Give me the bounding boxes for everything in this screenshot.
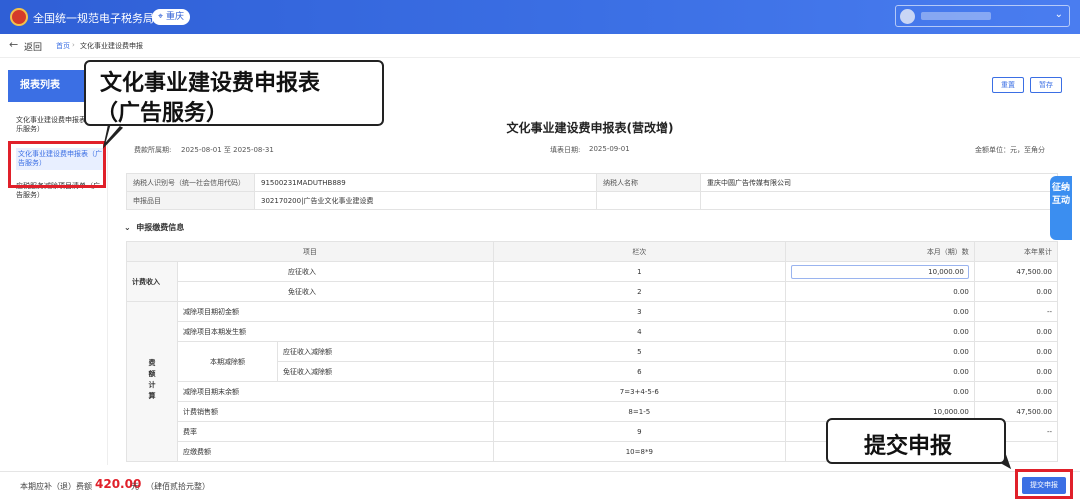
annotation-callout: 文化事业建设费申报表 （广告服务）	[84, 60, 384, 126]
submit-annotation-callout: 提交申报	[826, 418, 1006, 464]
breadcrumb-current: 文化事业建设费申报	[80, 42, 143, 50]
row-label: 费率	[177, 421, 494, 442]
row-month: 0.00	[784, 321, 975, 342]
top-bar: 全国统一规范电子税务局 ⌖ 重庆 ⌄	[0, 0, 1080, 34]
row-line: 5	[492, 341, 786, 362]
row-line: 7=3+4-5-6	[492, 381, 786, 402]
column-header-item: 项目	[126, 241, 494, 262]
row-line: 4	[492, 321, 786, 342]
user-menu[interactable]: ⌄	[895, 5, 1070, 27]
row-line: 2	[492, 281, 786, 302]
taxpayer-id-label: 纳税人识别号（统一社会信用代码）	[126, 173, 255, 192]
table-row: 减除项目本期发生额 4 0.00 0.00	[127, 321, 1059, 342]
taxpayer-id-value: 91500231MADUTHB889	[254, 173, 597, 192]
region-selector[interactable]: ⌖ 重庆	[152, 9, 190, 25]
empty-cell	[596, 191, 701, 210]
row-line: 8=1-5	[492, 401, 786, 422]
row-label: 应征收入	[177, 261, 494, 282]
fill-date-value: 2025-09-01	[589, 145, 630, 153]
reset-button[interactable]: 重置	[992, 77, 1024, 93]
region-label: 重庆	[165, 12, 184, 22]
unit-note: 金额单位：元，至角分	[975, 146, 1045, 154]
period-label: 费款所属期:	[134, 146, 172, 154]
group-income-label: 计费收入	[126, 261, 178, 302]
table-row: 计费收入 应征收入 1 10,000.00 47,500.00	[126, 261, 1059, 302]
fee-due-unit: 元	[131, 482, 139, 491]
row-month: 0.00	[784, 301, 975, 322]
interaction-side-tab[interactable]: 征纳互动	[1050, 176, 1072, 240]
fill-date-label: 填表日期:	[550, 146, 581, 154]
footer-bar: 本期应补（退）费额 420.00 元 （肆佰贰拾元整）	[0, 471, 1080, 500]
row-label: 免征收入减除额	[277, 361, 494, 382]
table-row: 费额计算 减除项目期初金额 3 0.00 --	[126, 301, 1059, 462]
empty-cell	[700, 191, 1058, 210]
row-line: 3	[492, 301, 786, 322]
row-year: --	[973, 301, 1059, 322]
avatar	[900, 9, 915, 24]
group-fee-label: 费额计算	[126, 301, 178, 462]
column-header-line: 栏次	[492, 241, 786, 262]
row-year: 0.00	[973, 341, 1059, 362]
submit-callout-text: 提交申报	[864, 434, 953, 459]
column-header-year: 本年累计	[973, 241, 1059, 262]
table-row: 免征收入 2 0.00 0.00	[127, 281, 1059, 302]
sub-reduce-label: 本期减除额	[177, 341, 278, 382]
highlight-box-sidebar	[8, 141, 106, 188]
row-year: 0.00	[973, 381, 1059, 402]
chevron-down-icon: ⌄	[1054, 9, 1063, 20]
row-year: 0.00	[973, 321, 1059, 342]
row-label: 计费销售额	[177, 401, 494, 422]
tax-emblem-icon	[10, 8, 28, 26]
row-line: 9	[492, 421, 786, 442]
row-year: 0.00	[973, 361, 1059, 382]
column-header-month: 本月（期）数	[784, 241, 975, 262]
row-label: 应缴费额	[177, 441, 494, 462]
row-month: 0.00	[784, 381, 975, 402]
save-draft-button[interactable]: 暂存	[1030, 77, 1062, 93]
back-button[interactable]: 返回	[24, 40, 42, 53]
row-label: 减除项目期末余额	[177, 381, 494, 402]
section-title-label: 申报缴费信息	[136, 223, 185, 232]
group-fee-text: 费额计算	[148, 358, 156, 403]
user-name-redacted	[921, 12, 991, 20]
site-title: 全国统一规范电子税务局	[33, 12, 154, 25]
row-month: 0.00	[784, 281, 975, 302]
filing-item-label: 申报品目	[126, 191, 255, 210]
row-label: 减除项目期初金额	[177, 301, 494, 322]
row-line: 6	[492, 361, 786, 382]
row-year: 47,500.00	[973, 261, 1059, 282]
taxpayer-name-value: 重庆中圆广告传媒有限公司	[700, 173, 1058, 192]
row-line: 1	[492, 261, 786, 282]
breadcrumb: ← 返回 首页 › 文化事业建设费申报	[0, 34, 1080, 58]
back-arrow-icon[interactable]: ←	[9, 38, 18, 51]
chevron-down-icon: ⌄	[124, 223, 131, 232]
breadcrumb-home-link[interactable]: 首页	[56, 41, 70, 51]
table-row: 本期减除额 应征收入减除额 5 0.00 0.00	[127, 341, 1059, 382]
month-amount-input-cell: 10,000.00	[784, 261, 975, 282]
fee-due-label: 本期应补（退）费额	[20, 482, 92, 491]
callout-text-line2: （广告服务）	[96, 101, 229, 126]
row-year: 0.00	[973, 281, 1059, 302]
breadcrumb-separator: ›	[72, 41, 75, 49]
taxpayer-name-label: 纳税人名称	[596, 173, 701, 192]
section-title[interactable]: ⌄ 申报缴费信息	[124, 222, 184, 233]
row-label: 应征收入减除额	[277, 341, 494, 362]
table-row: 减除项目期末余额 7=3+4-5-6 0.00 0.00	[127, 381, 1059, 402]
callout-text-line1: 文化事业建设费申报表	[100, 71, 321, 96]
row-month: 0.00	[784, 341, 975, 362]
fee-due-words: （肆佰贰拾元整）	[146, 482, 210, 491]
taxpayer-info-table: 纳税人识别号（统一社会信用代码） 91500231MADUTHB889 纳税人名…	[126, 173, 1058, 210]
highlight-box-submit	[1015, 469, 1073, 499]
row-line: 10=8*9	[492, 441, 786, 462]
filing-item-value: 302170200|广告业文化事业建设费	[254, 191, 597, 210]
row-month: 0.00	[784, 361, 975, 382]
month-amount-input[interactable]: 10,000.00	[790, 264, 969, 279]
row-label: 减除项目本期发生额	[177, 321, 494, 342]
report-list-sidebar: 报表列表 文化事业建设费申报表（娱乐服务） 文化事业建设费申报表（广告服务） 应…	[8, 70, 108, 465]
row-label: 免征收入	[177, 281, 494, 302]
period-value: 2025-08-01 至 2025-08-31	[181, 146, 274, 154]
